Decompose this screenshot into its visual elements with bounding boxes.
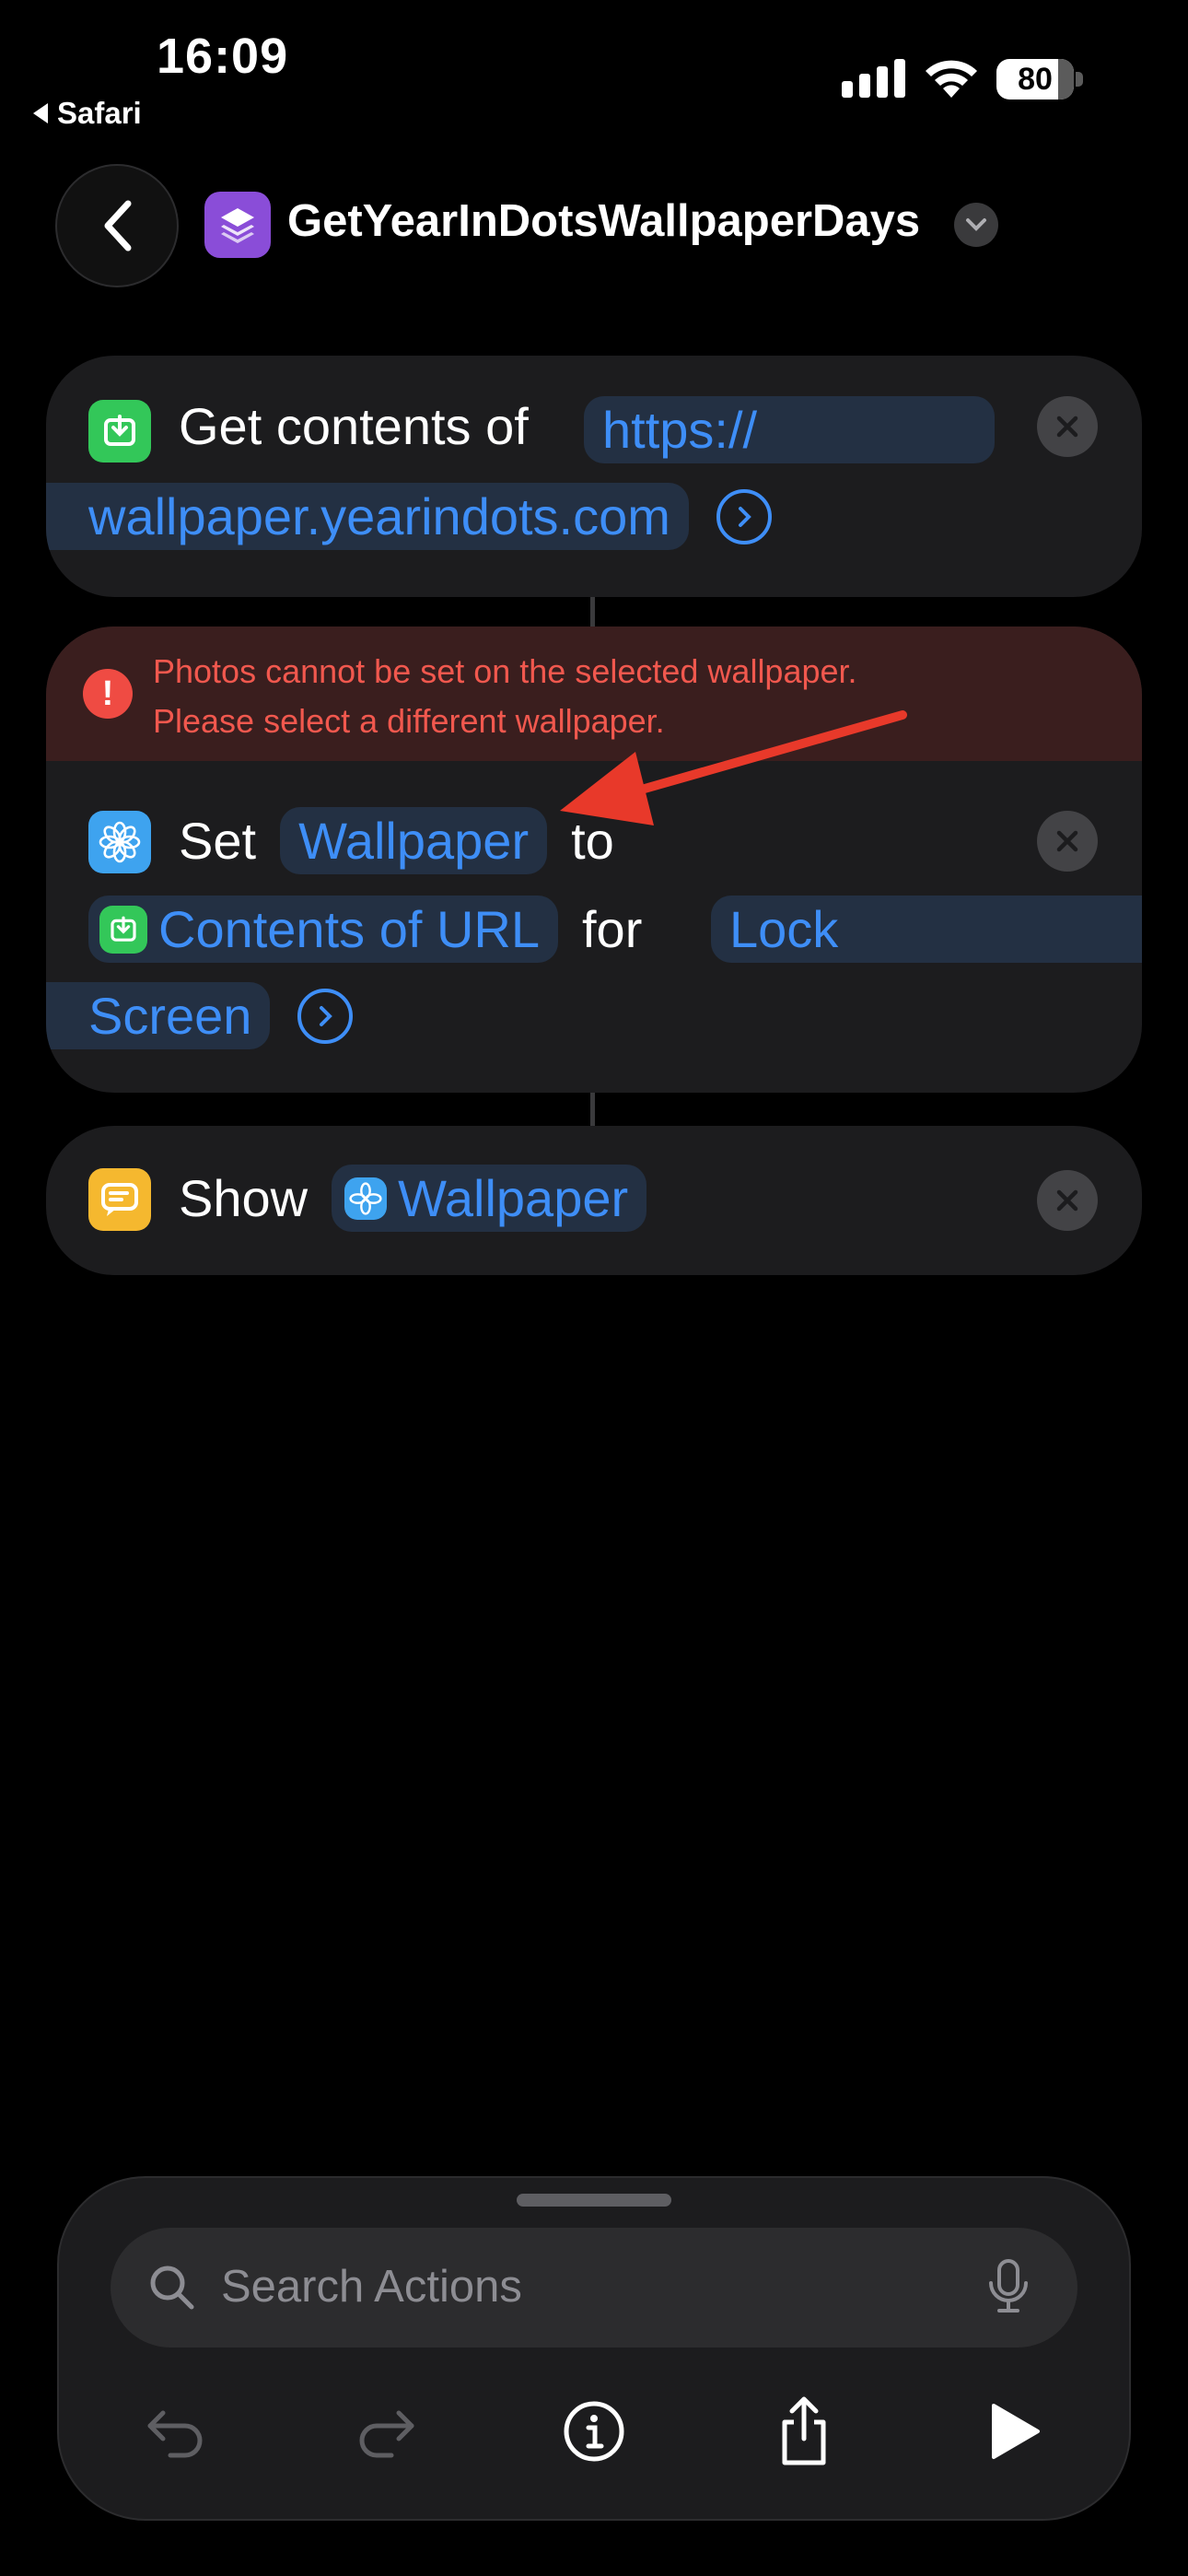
share-icon xyxy=(782,2396,826,2465)
redo-icon xyxy=(359,2410,414,2458)
info-button[interactable] xyxy=(553,2390,635,2473)
target-line2: Screen xyxy=(88,987,252,1045)
action-connector xyxy=(590,1093,595,1126)
action-verb: Show xyxy=(179,1169,309,1227)
show-result-icon xyxy=(88,1168,151,1231)
action-show[interactable]: Show Wallpaper xyxy=(46,1126,1142,1275)
undo-button[interactable] xyxy=(134,2390,217,2473)
remove-action-button[interactable] xyxy=(1037,1170,1098,1231)
wallpaper-variable-label: Wallpaper xyxy=(398,1169,629,1227)
search-icon xyxy=(150,2266,194,2310)
close-icon xyxy=(1056,1189,1078,1212)
search-placeholder: Search Actions xyxy=(221,2262,522,2312)
undo-icon xyxy=(147,2410,203,2458)
share-button[interactable] xyxy=(763,2390,845,2473)
chevron-right-icon xyxy=(320,1005,333,1026)
info-icon xyxy=(564,2401,624,2462)
wallpaper-flower-icon xyxy=(344,1177,388,1220)
microphone-icon[interactable] xyxy=(985,2257,1031,2316)
annotation-arrow xyxy=(560,710,907,825)
panel-grabber[interactable] xyxy=(517,2194,671,2207)
wallpaper-variable-token[interactable]: Wallpaper xyxy=(332,1165,647,1232)
play-icon xyxy=(992,2404,1040,2459)
target-token-continued[interactable]: Screen xyxy=(46,982,271,1049)
redo-button[interactable] xyxy=(344,2390,427,2473)
run-button[interactable] xyxy=(973,2390,1055,2473)
expand-options-button[interactable] xyxy=(297,988,354,1044)
